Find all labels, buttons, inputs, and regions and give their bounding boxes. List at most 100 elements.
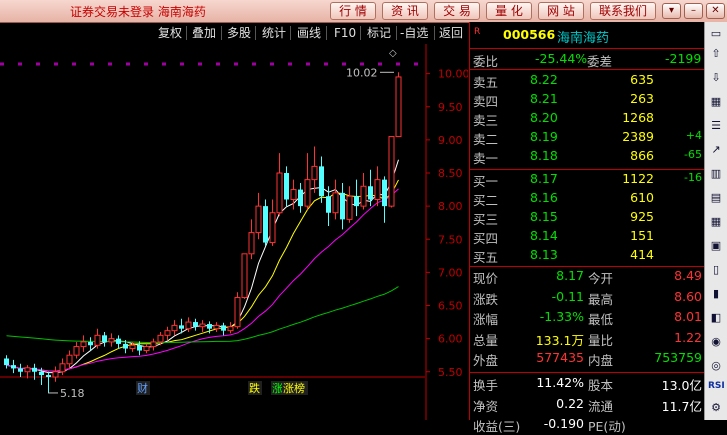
candle-body [207,324,212,329]
chart-icon[interactable]: ▦ [708,94,724,110]
candle-body [263,206,268,243]
back-button[interactable]: 返回 [439,25,463,41]
high-price-label: 10.02 [346,66,378,79]
statistics-button[interactable]: 统计 [262,25,286,41]
candle-body [164,330,171,336]
list-icon[interactable]: ☰ [708,118,724,134]
candle-body [241,253,248,299]
globe-icon[interactable]: ◉ [708,334,724,350]
candle-body [213,324,220,330]
ring-icon[interactable]: ◎ [708,358,724,374]
stat-label-2: 流通 [588,398,614,414]
candle-body [221,325,226,331]
candle-body [354,196,359,207]
contact-button[interactable]: 联系我们 [590,2,656,20]
mark-button[interactable]: 标记 [367,25,391,41]
grid-icon[interactable]: ▦ [708,214,724,230]
bid-label: 买一 [473,174,499,189]
book-icon[interactable]: ▮ [708,286,724,302]
trade-button[interactable]: 交 易 [434,2,480,20]
stat-label-1: 换手 [473,378,499,393]
candle-body [59,363,66,373]
ask-volume: 263 [630,91,654,106]
candle-body [388,136,395,207]
kline-chart[interactable]: 10.00 9.50 9.00 8.50 8.00 7.50 7.00 6.50 6.00 5.5… [0,44,468,420]
stat-value-2: 8.60 [674,288,702,304]
stat-value-1: -1.33% [539,309,584,324]
ask-label: 卖五 [473,75,499,90]
title-bar: 证券交易未登录 海南海药 行 情 资 讯 交 易 量 化 网 站 联系我们 ▾ … [0,0,727,23]
bid-volume: 610 [630,190,654,205]
weicha-label: 委差 [587,54,613,69]
stat-value-1: 133.1万 [535,332,584,348]
settings-icon[interactable]: ⚙ [708,400,724,416]
draw-line-button[interactable]: 画线 [297,25,321,41]
candle-body [171,324,178,332]
arrow-down-icon[interactable]: ⇩ [708,70,724,86]
candle-body [360,185,367,207]
stat-label-1: 涨幅 [473,312,499,327]
stat-value-1: -0.190 [543,416,584,431]
ask-label: 卖一 [473,151,499,166]
stat-label-1: 总量 [473,332,499,348]
ask-change: -65 [684,148,702,161]
candle-body [116,338,121,344]
bid-label: 买二 [473,193,499,208]
stock-code: 000566 [503,27,556,42]
webi-value: -25.44% [535,51,588,66]
stat-value-2: 753759 [654,350,702,365]
f10-button[interactable]: F10 [334,25,356,41]
ask-volume: 635 [630,72,654,87]
candle-body [46,375,51,378]
news-button[interactable]: 资 讯 [382,2,428,20]
candle-body [368,186,373,200]
ask-price: 8.22 [530,72,558,87]
ma10-line [6,179,399,372]
bid-volume: 925 [630,209,654,224]
bid-change: -16 [684,171,702,184]
candle-body [129,344,136,350]
candle-body [143,346,150,352]
overlay-button[interactable]: 叠加 [192,25,216,41]
y-tick-label: 8.00 [438,200,463,213]
ask-label: 卖四 [473,94,499,109]
stat-label-2: 量比 [588,332,614,348]
quant-button[interactable]: 量 化 [486,2,532,20]
doc-icon[interactable]: ▯ [708,262,724,278]
line-chart-icon[interactable]: ↗ [708,142,724,158]
bid-price: 8.13 [530,247,558,262]
candle-body [304,179,311,207]
stat-label-2: 最高 [588,291,614,307]
stat-value-2: 8.01 [674,309,702,324]
candle-body [319,166,324,197]
panel-icon[interactable]: ▣ [708,238,724,254]
minimize-icon[interactable]: – [684,3,703,19]
y-tick-label: 7.50 [438,233,463,246]
stat-value-1: 8.17 [556,268,584,283]
event-marker-label: 涨 [272,382,283,395]
candle-body [108,338,115,343]
rsi-icon[interactable]: RSI [708,378,725,394]
window-icon[interactable]: ▭ [708,26,724,42]
news-icon[interactable]: ◧ [708,310,724,326]
stat-value-1: 0.22 [556,395,584,411]
candle-body [340,192,345,220]
ask-price: 8.19 [530,129,558,144]
bid-label: 买五 [473,250,499,265]
market-button[interactable]: 行 情 [330,2,376,20]
website-button[interactable]: 网 站 [538,2,584,20]
restore-rights-button[interactable]: 复权 [158,25,182,41]
close-icon[interactable]: ✕ [706,3,725,19]
stat-value-2: 11.7亿 [661,398,702,414]
arrow-up-icon[interactable]: ⇧ [708,46,724,62]
menu-icon[interactable]: ▾ [662,3,681,19]
kline-icon[interactable]: ▥ [708,166,724,182]
remove-favorite-button[interactable]: -自选 [400,25,428,41]
candle-body [73,346,80,356]
ask-label: 卖三 [473,113,499,128]
bar-icon[interactable]: ▤ [708,190,724,206]
candle-body [11,365,16,369]
candle-body [276,172,283,214]
webi-label: 委比 [473,54,499,69]
multi-stock-button[interactable]: 多股 [227,25,251,41]
